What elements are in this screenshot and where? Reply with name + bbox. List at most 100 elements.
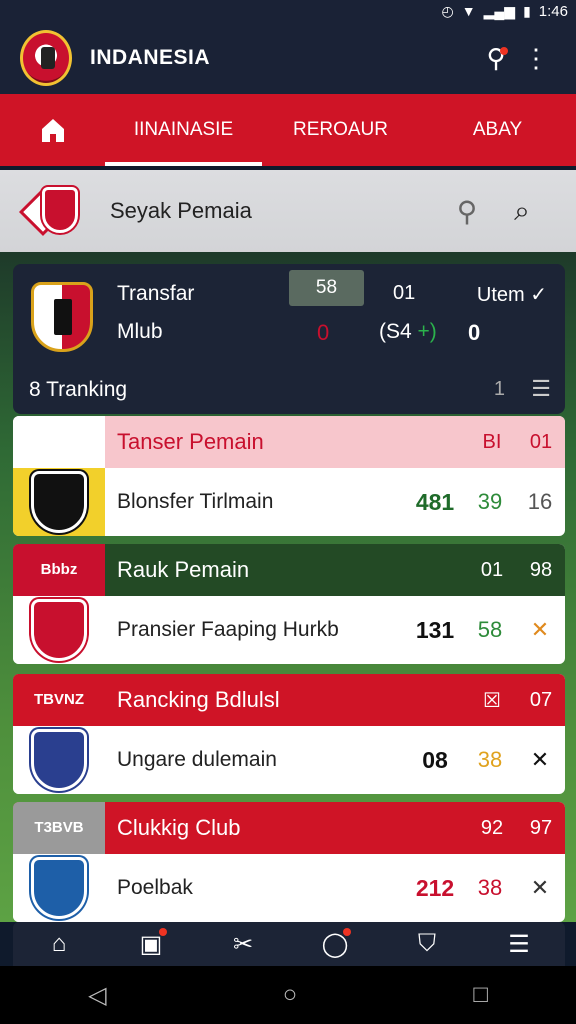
- card-body: Blonsfer Tirlmain 481 39 16: [13, 468, 565, 536]
- wifi-icon: ▼: [461, 3, 476, 19]
- card-action[interactable]: ✕: [515, 875, 565, 901]
- summary-mid-text: (S4: [379, 320, 412, 343]
- tab-home[interactable]: [0, 115, 105, 145]
- nav-badge: [159, 927, 167, 936]
- card-header: T3BVB Clukkig Club 92 97: [13, 802, 565, 854]
- card-action[interactable]: 16: [515, 489, 565, 515]
- club-crest-icon: [31, 857, 87, 919]
- card-header: Bbbz Rauk Pemain 01 98: [13, 544, 565, 596]
- card-value-1: 08: [422, 746, 448, 773]
- summary-item-check[interactable]: Utem ✓: [477, 282, 547, 307]
- app-logo: [20, 30, 72, 86]
- nav-badge: [343, 927, 351, 936]
- bottom-navigation: ⌂ ▣ ✂ ◯ ⛉ ☰: [13, 922, 565, 966]
- card-value-2: 38: [477, 747, 503, 772]
- page-number: 1: [493, 378, 505, 400]
- signal-icon: ▂▄▆: [483, 2, 516, 19]
- system-navigation: ◁ ○ □: [0, 966, 576, 1024]
- card-value-2: 38: [477, 875, 503, 900]
- card-value-1: 212: [415, 874, 455, 901]
- nav-document-icon[interactable]: ▣: [121, 927, 181, 959]
- app-title: INDANESIA: [90, 46, 211, 69]
- app-bar: INDANESIA ⚲ ⋮: [0, 22, 576, 94]
- card-header-value-1: BI: [482, 430, 502, 453]
- card-tag: Bbbz: [13, 544, 105, 596]
- card-header: TBVNZ Rancking Bdlulsl ☒ 07: [13, 674, 565, 726]
- card-header: Tanser Pemain BI 01: [13, 416, 565, 468]
- card-tag: [13, 416, 105, 468]
- summary-right-number: 0: [468, 320, 481, 345]
- card-player-name: Poelbak: [117, 876, 193, 899]
- home-icon: [41, 119, 64, 142]
- ranking-card[interactable]: TBVNZ Rancking Bdlulsl ☒ 07 Ungare dulem…: [13, 674, 565, 794]
- card-title: Rauk Pemain: [117, 557, 250, 582]
- club-crest-icon: [31, 599, 87, 661]
- card-player-name: Blonsfer Tirlmain: [117, 490, 274, 513]
- club-crest-icon: [31, 471, 87, 533]
- summary-label-transfer: Transfar: [117, 282, 195, 305]
- status-time: 1:46: [538, 2, 568, 20]
- card-header-value-1: ☒: [483, 689, 501, 712]
- summary-label-club: Mlub: [117, 320, 163, 343]
- more-vert-icon: ⋮: [523, 42, 549, 73]
- card-player-name: Ungare dulemain: [117, 748, 277, 771]
- nav-ball-icon[interactable]: ◯: [305, 927, 365, 959]
- nav-list-icon[interactable]: ☰: [489, 930, 549, 959]
- ranking-card[interactable]: T3BVB Clukkig Club 92 97 Poelbak 212 38 …: [13, 802, 565, 922]
- sort-icon[interactable]: ☰: [531, 376, 551, 402]
- search-button[interactable]: ⚲: [476, 43, 516, 74]
- card-player-name: Pransier Faaping Hurkb: [117, 618, 339, 641]
- nav-home-icon[interactable]: ⌂: [29, 930, 89, 958]
- card-action[interactable]: ✕: [515, 617, 565, 643]
- notification-dot: [500, 46, 508, 55]
- nav-shield-icon[interactable]: ⛉: [397, 930, 457, 958]
- summary-mid-up: +): [417, 320, 437, 343]
- card-header-value-2: 97: [529, 816, 553, 839]
- filter-search-icon[interactable]: ⌕: [492, 195, 552, 228]
- card-tag: T3BVB: [13, 802, 105, 854]
- card-header-value-2: 01: [529, 430, 553, 453]
- ranking-label: 8 Tranking: [29, 378, 128, 401]
- card-header-value-2: 07: [529, 688, 553, 711]
- card-crest-slot: [13, 596, 105, 664]
- club-crest-icon: [18, 185, 84, 237]
- card-header-value-2: 98: [529, 558, 553, 581]
- ranking-card[interactable]: Tanser Pemain BI 01 Blonsfer Tirlmain 48…: [13, 416, 565, 536]
- recents-icon[interactable]: □: [473, 981, 488, 1009]
- card-crest-slot: [13, 854, 105, 922]
- summary-column-2: 01: [393, 282, 416, 304]
- card-crest-slot: [13, 726, 105, 794]
- summary-middle-value: (S4 +): [379, 320, 437, 344]
- card-tag: TBVNZ: [13, 674, 105, 726]
- search-input[interactable]: Seyak Pemaia: [110, 198, 442, 224]
- tab-indonesia[interactable]: IINAINASIE: [105, 94, 262, 166]
- card-crest-slot: [13, 468, 105, 536]
- card-value-1: 131: [415, 616, 455, 643]
- summary-score-box: 58: [289, 270, 364, 306]
- status-bar: ◴ ▼ ▂▄▆ ▮ 1:46: [0, 0, 576, 22]
- back-icon[interactable]: ◁: [88, 981, 106, 1010]
- battery-icon: ▮: [523, 2, 531, 19]
- summary-card[interactable]: Transfar Mlub 58 01 Utem ✓ 0 (S4 +) 0 8 …: [13, 264, 565, 414]
- ranking-card[interactable]: Bbbz Rauk Pemain 01 98 Pransier Faaping …: [13, 544, 565, 664]
- search-icon[interactable]: ⚲: [442, 195, 492, 228]
- card-header-value-1: 92: [480, 816, 504, 839]
- card-action[interactable]: ✕: [515, 747, 565, 773]
- tab-bar: IINAINASIE REROAUR ABAY: [0, 94, 576, 166]
- tab-abay[interactable]: ABAY: [419, 94, 576, 166]
- alarm-icon: ◴: [441, 2, 454, 19]
- card-header-value-1: 01: [480, 558, 504, 581]
- more-menu-button[interactable]: ⋮: [516, 43, 556, 74]
- club-crest-icon: [31, 729, 87, 791]
- tab-reroaur[interactable]: REROAUR: [262, 94, 419, 166]
- card-title: Rancking Bdlulsl: [117, 687, 280, 712]
- card-body: Pransier Faaping Hurkb 131 58 ✕: [13, 596, 565, 664]
- card-value-2: 39: [477, 489, 503, 514]
- card-value-1: 481: [415, 488, 455, 515]
- nav-tools-icon[interactable]: ✂: [213, 930, 273, 959]
- card-title: Clukkig Club: [117, 815, 241, 840]
- card-value-2: 58: [477, 617, 503, 642]
- search-row[interactable]: Seyak Pemaia ⚲ ⌕: [0, 170, 576, 252]
- home-circle-icon[interactable]: ○: [283, 981, 298, 1009]
- summary-left-number: 0: [317, 320, 330, 345]
